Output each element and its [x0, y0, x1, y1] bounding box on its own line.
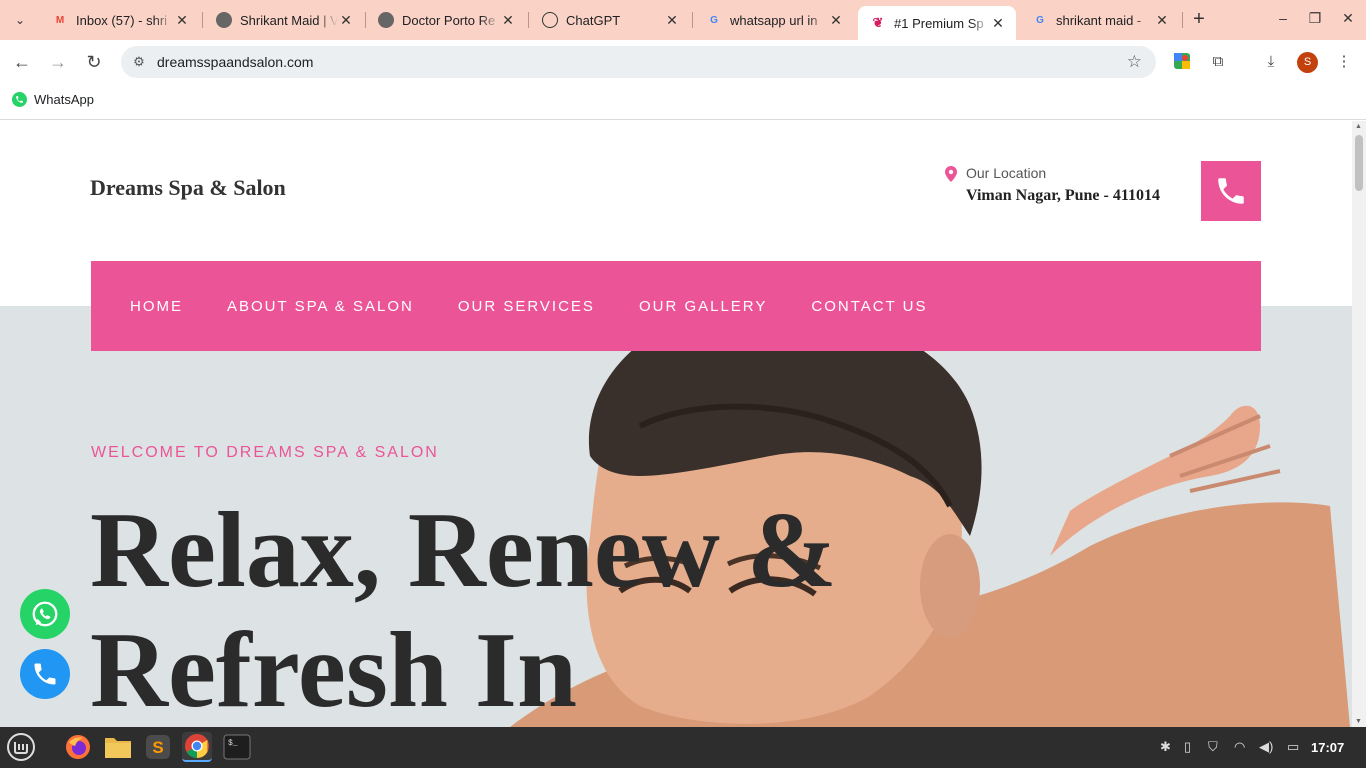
- close-icon[interactable]: ✕: [664, 12, 680, 29]
- bookmark-star-icon[interactable]: ☆: [1127, 52, 1142, 72]
- tab-title: #1 Premium Sp: [894, 15, 984, 31]
- bookmarks-bar: WhatsApp: [0, 84, 1366, 120]
- svg-text:$_: $_: [228, 739, 238, 748]
- maps-extension-icon[interactable]: [1172, 52, 1192, 72]
- battery-icon[interactable]: ▭: [1287, 739, 1299, 755]
- address-bar[interactable]: ⚙ dreamsspaandsalon.com ☆: [121, 46, 1156, 78]
- tab-title: Doctor Porto Re: [402, 12, 496, 28]
- back-icon[interactable]: ←: [10, 50, 34, 74]
- nav-gallery[interactable]: OUR GALLERY: [639, 298, 767, 315]
- maximize-icon[interactable]: ❐: [1305, 10, 1325, 27]
- hero-headline: Relax, Renew & Refresh In: [90, 491, 890, 727]
- close-icon[interactable]: ✕: [990, 15, 1006, 32]
- minimize-icon[interactable]: –: [1273, 10, 1293, 26]
- close-icon[interactable]: ✕: [338, 12, 354, 29]
- tab-whatsapp-url[interactable]: G whatsapp url in ✕: [694, 4, 854, 36]
- phone-icon: [1218, 178, 1244, 204]
- globe-icon: [378, 12, 394, 28]
- phone-icon: [34, 663, 56, 685]
- clipboard-icon[interactable]: ▯: [1184, 739, 1191, 755]
- new-tab-button[interactable]: +: [1188, 8, 1210, 32]
- globe-icon: [216, 12, 232, 28]
- header-call-button[interactable]: [1201, 161, 1261, 221]
- spa-icon: ❦: [872, 15, 884, 30]
- main-navigation: HOME ABOUT SPA & SALON OUR SERVICES OUR …: [91, 261, 1261, 351]
- tab-title: whatsapp url in: [730, 12, 818, 28]
- whatsapp-icon: [12, 92, 27, 107]
- download-icon[interactable]: ⤓: [1261, 52, 1281, 72]
- bluetooth-icon[interactable]: ✱: [1160, 739, 1171, 755]
- page-scrollbar[interactable]: ▲ ▼: [1352, 121, 1366, 727]
- scroll-up-icon[interactable]: ▲: [1355, 123, 1362, 130]
- welcome-tagline: WELCOME TO DREAMS SPA & SALON: [91, 444, 439, 461]
- floating-whatsapp-button[interactable]: [20, 589, 70, 639]
- firefox-icon[interactable]: [63, 732, 93, 762]
- chrome-icon[interactable]: [182, 732, 212, 762]
- tab-title: ChatGPT: [566, 12, 621, 28]
- wifi-icon[interactable]: ◠: [1234, 739, 1245, 755]
- site-info-icon[interactable]: ⚙: [129, 52, 149, 72]
- location-label: Our Location: [966, 165, 1047, 181]
- whatsapp-icon: [32, 601, 58, 627]
- chatgpt-icon: [542, 12, 558, 28]
- window-close-icon[interactable]: ✕: [1338, 10, 1358, 27]
- tab-search-chevron-icon[interactable]: ⌄: [6, 6, 34, 34]
- reload-icon[interactable]: ↻: [82, 50, 106, 74]
- bookmark-label: WhatsApp: [34, 92, 94, 107]
- tab-shrikant-maid[interactable]: Shrikant Maid | V ✕: [204, 4, 364, 36]
- volume-icon[interactable]: ◀): [1259, 739, 1273, 755]
- url-text[interactable]: dreamsspaandsalon.com: [157, 54, 313, 70]
- svg-text:S: S: [152, 738, 163, 757]
- tab-strip: ⌄ M Inbox (57) - shri ✕ Shrikant Maid | …: [0, 0, 1366, 40]
- page-viewport: Dreams Spa & Salon Our Location Viman Na…: [0, 121, 1352, 727]
- gmail-icon: M: [55, 14, 65, 26]
- close-icon[interactable]: ✕: [1154, 12, 1170, 29]
- tab-premium-spa[interactable]: ❦ #1 Premium Sp ✕: [858, 6, 1016, 40]
- nav-contact[interactable]: CONTACT US: [811, 298, 927, 315]
- google-icon: G: [1036, 14, 1044, 26]
- hero-section: WELCOME TO DREAMS SPA & SALON Relax, Ren…: [0, 306, 1352, 727]
- close-icon[interactable]: ✕: [828, 12, 844, 29]
- location-value: Viman Nagar, Pune - 411014: [966, 187, 1160, 204]
- nav-about[interactable]: ABOUT SPA & SALON: [227, 298, 414, 315]
- tab-title: shrikant maid -: [1056, 12, 1142, 28]
- tab-doctor-porto[interactable]: Doctor Porto Re ✕: [366, 4, 526, 36]
- close-icon[interactable]: ✕: [174, 12, 190, 29]
- forward-icon[interactable]: →: [46, 50, 70, 74]
- scrollbar-thumb[interactable]: [1355, 135, 1363, 191]
- terminal-icon[interactable]: $_: [222, 732, 252, 762]
- mint-menu-icon[interactable]: [6, 732, 36, 762]
- sublime-icon[interactable]: S: [143, 732, 173, 762]
- site-logo-text[interactable]: Dreams Spa & Salon: [90, 175, 286, 201]
- extensions-puzzle-icon[interactable]: ⧉: [1208, 52, 1228, 72]
- headline-line-1: Relax, Renew &: [90, 491, 837, 610]
- tab-title: Inbox (57) - shri: [76, 12, 168, 28]
- nav-home[interactable]: HOME: [130, 298, 183, 315]
- close-icon[interactable]: ✕: [500, 12, 516, 29]
- files-icon[interactable]: [103, 732, 133, 762]
- clock[interactable]: 17:07: [1311, 740, 1344, 755]
- floating-call-button[interactable]: [20, 649, 70, 699]
- headline-line-2: Refresh In: [90, 611, 578, 727]
- tab-chatgpt[interactable]: ChatGPT ✕: [530, 4, 690, 36]
- os-taskbar: S $_ ✱ ▯ ⛉ ◠ ◀) ▭ 17:07: [0, 727, 1366, 768]
- scroll-down-icon[interactable]: ▼: [1355, 718, 1362, 725]
- tab-shrikant-maid-search[interactable]: G shrikant maid - ✕: [1020, 4, 1180, 36]
- shield-icon[interactable]: ⛉: [1208, 739, 1218, 755]
- location-pin-icon: [945, 166, 957, 182]
- tab-title: Shrikant Maid | V: [240, 12, 338, 28]
- tab-gmail[interactable]: M Inbox (57) - shri ✕: [40, 4, 200, 36]
- bookmark-whatsapp[interactable]: WhatsApp: [12, 92, 94, 107]
- nav-services[interactable]: OUR SERVICES: [458, 298, 595, 315]
- google-icon: G: [710, 14, 718, 26]
- menu-kebab-icon[interactable]: ⋮: [1334, 52, 1354, 72]
- profile-avatar[interactable]: S: [1297, 52, 1318, 73]
